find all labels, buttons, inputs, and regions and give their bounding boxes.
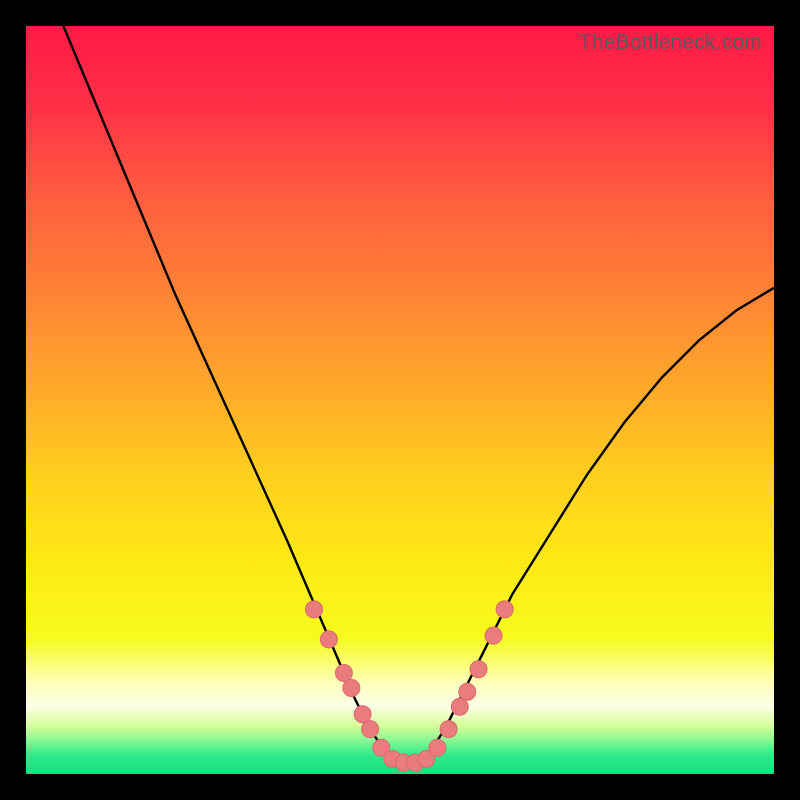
marker-dot xyxy=(343,680,360,697)
marker-dot xyxy=(354,706,371,723)
marker-dot xyxy=(485,627,502,644)
marker-dot xyxy=(429,739,446,756)
bottleneck-curve xyxy=(63,26,774,763)
chart-frame: TheBottleneck.com xyxy=(0,0,800,800)
chart-svg xyxy=(26,26,774,774)
marker-dot xyxy=(440,721,457,738)
marker-dot xyxy=(306,601,323,618)
marker-group xyxy=(306,601,514,771)
marker-dot xyxy=(335,665,352,682)
marker-dot xyxy=(362,721,379,738)
marker-dot xyxy=(451,698,468,715)
marker-dot xyxy=(459,683,476,700)
marker-dot xyxy=(496,601,513,618)
marker-dot xyxy=(470,661,487,678)
plot-area: TheBottleneck.com xyxy=(26,26,774,774)
marker-dot xyxy=(320,631,337,648)
